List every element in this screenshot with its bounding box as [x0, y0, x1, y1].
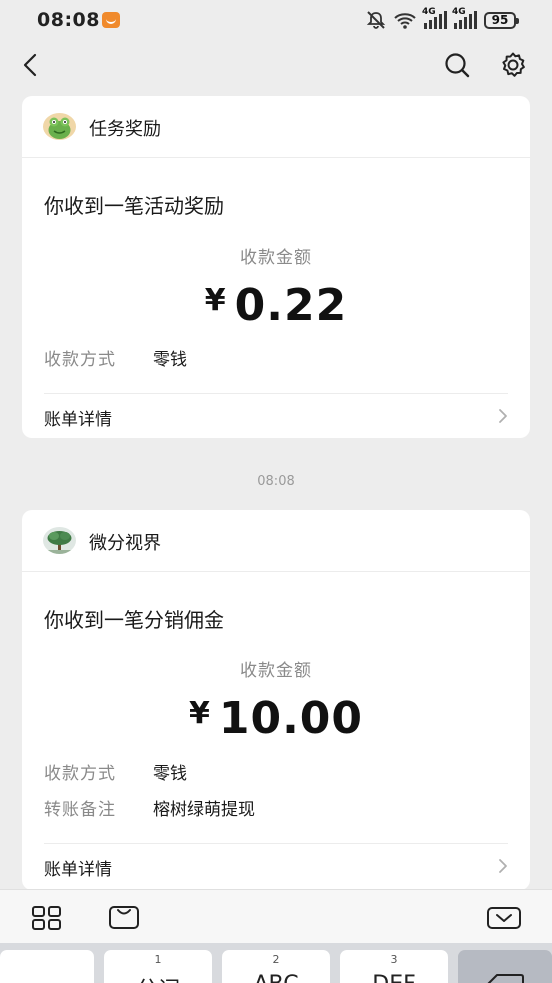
info-value-payment-method: 零钱	[153, 350, 187, 370]
card-header[interactable]: 微分视界	[22, 510, 530, 572]
divider	[44, 843, 508, 844]
network-type-label: 4G	[422, 7, 436, 17]
bill-detail-label: 账单详情	[44, 860, 112, 880]
bill-detail-label: 账单详情	[44, 410, 112, 430]
status-icons: 4G 4G 95	[366, 7, 519, 31]
info-key-transfer-note: 转账备注	[44, 800, 116, 820]
keyboard-keys: , 1 分词 2 ABC 3 DEF	[0, 943, 552, 983]
amount-label: 收款金额	[240, 248, 312, 268]
signal-4g-icon-2: 4G	[452, 7, 477, 29]
key-1[interactable]: 1 分词	[104, 950, 212, 983]
info-value-transfer-note: 榕树绿萌提现	[153, 800, 255, 820]
key-label: DEF	[340, 972, 448, 983]
key-comma[interactable]: ,	[0, 950, 94, 983]
card-header[interactable]: 任务奖励	[22, 96, 530, 158]
sender-name: 任务奖励	[89, 119, 161, 140]
currency-symbol: ¥	[188, 696, 211, 731]
chevron-right-icon	[499, 859, 507, 873]
status-bar: 08:08 4G 4G 95	[0, 0, 552, 40]
key-number: 3	[390, 953, 398, 966]
payment-card: 任务奖励 你收到一笔活动奖励 收款金额 ¥0.22 收款方式 零钱 账单详情	[22, 96, 530, 438]
key-label: ABC	[222, 972, 330, 983]
frog-avatar-icon	[43, 113, 76, 140]
amount-value: ¥0.22	[22, 280, 530, 331]
sender-name: 微分视界	[89, 533, 161, 554]
wifi-icon	[394, 13, 416, 29]
payment-card: 微分视界 你收到一笔分销佣金 收款金额 ¥10.00 收款方式 零钱 转账备注 …	[22, 510, 530, 890]
search-icon[interactable]	[443, 51, 471, 79]
app-notification-icon	[102, 12, 120, 28]
key-number: 1	[154, 953, 162, 966]
card-headline: 你收到一笔分销佣金	[44, 608, 224, 632]
amount-label: 收款金额	[240, 661, 312, 681]
backspace-icon	[487, 974, 524, 983]
amount-value: ¥10.00	[22, 693, 530, 744]
grid-menu-icon[interactable]	[32, 906, 62, 930]
amount-number: 10.00	[218, 693, 364, 744]
battery-icon: 95	[484, 11, 519, 29]
keyboard-hide-icon[interactable]	[487, 907, 521, 929]
status-time: 08:08	[37, 9, 100, 31]
clipboard-icon[interactable]	[108, 904, 140, 930]
nav-bar	[0, 40, 552, 90]
info-key-payment-method: 收款方式	[44, 764, 116, 784]
network-type-label: 4G	[452, 7, 466, 17]
key-2[interactable]: 2 ABC	[222, 950, 330, 983]
divider	[44, 393, 508, 394]
bell-muted-icon	[366, 11, 386, 29]
message-timestamp: 08:08	[257, 474, 295, 489]
signal-4g-icon-1: 4G	[422, 7, 447, 29]
delete-key[interactable]	[458, 950, 552, 983]
key-label: 分词	[104, 972, 212, 983]
currency-symbol: ¥	[204, 283, 227, 318]
tree-avatar-icon	[43, 527, 76, 554]
gear-icon[interactable]	[498, 50, 528, 80]
key-label: ,	[0, 972, 94, 983]
info-value-payment-method: 零钱	[153, 764, 187, 784]
key-3[interactable]: 3 DEF	[340, 950, 448, 983]
card-headline: 你收到一笔活动奖励	[44, 194, 224, 218]
chevron-right-icon	[499, 409, 507, 423]
amount-number: 0.22	[234, 280, 348, 331]
key-number: 2	[272, 953, 280, 966]
back-arrow-icon[interactable]	[18, 52, 44, 78]
keyboard-toolbar	[0, 889, 552, 943]
info-key-payment-method: 收款方式	[44, 350, 116, 370]
